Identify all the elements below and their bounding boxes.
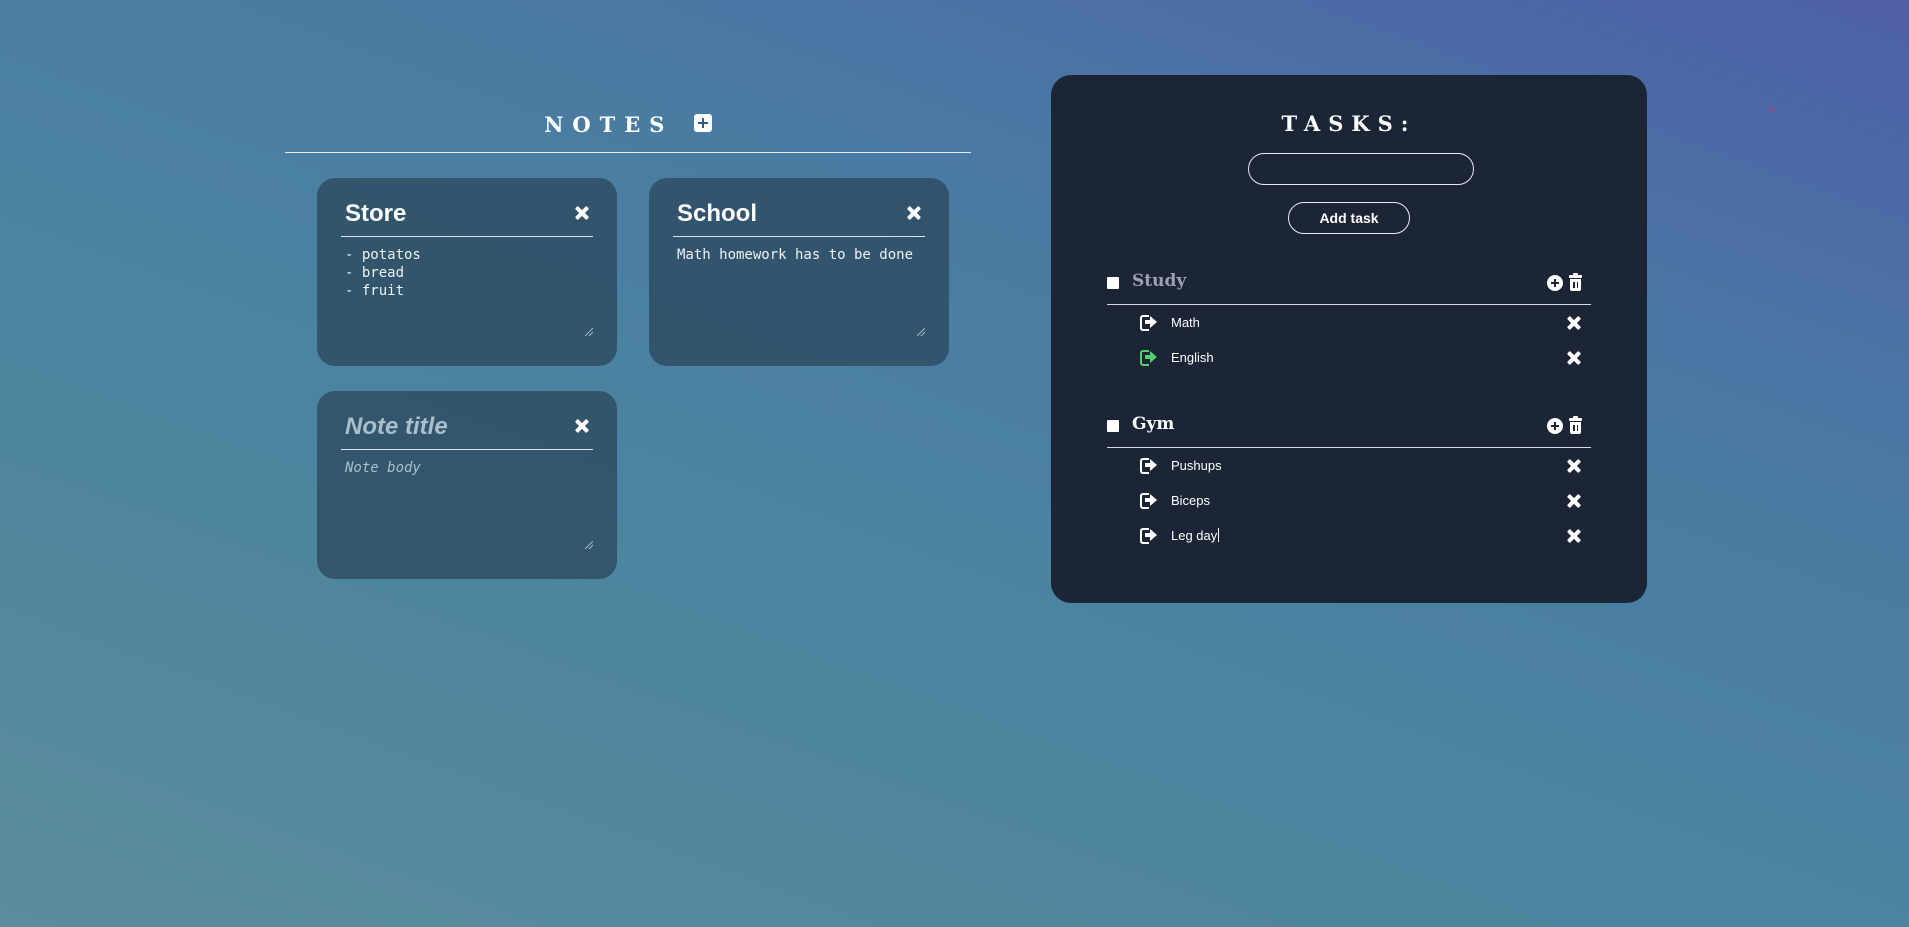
delete-task-button[interactable]	[1567, 494, 1581, 513]
plus-circle-icon[interactable]	[1547, 418, 1563, 434]
group-title: Gym	[1132, 414, 1175, 434]
notes-title: NOTES	[544, 112, 674, 137]
task-group-study: Study Math English	[1107, 271, 1591, 375]
resize-handle[interactable]	[585, 328, 593, 336]
task-label[interactable]: Leg day	[1171, 528, 1220, 543]
sign-out-arrow-icon[interactable]	[1140, 528, 1157, 544]
close-icon[interactable]	[1567, 529, 1581, 543]
task-label[interactable]: Biceps	[1171, 493, 1210, 508]
close-icon[interactable]	[575, 206, 589, 220]
task-label-text[interactable]: Leg day	[1171, 528, 1217, 543]
note-card-school: School Math homework has to be done	[649, 178, 949, 366]
task-row: Leg day	[1107, 518, 1591, 553]
task-label[interactable]: English	[1171, 350, 1214, 365]
delete-task-button[interactable]	[1567, 316, 1581, 335]
group-title: Study	[1132, 271, 1187, 291]
close-icon[interactable]	[1567, 494, 1581, 508]
add-note-icon[interactable]	[693, 113, 712, 132]
close-icon[interactable]	[575, 419, 589, 433]
delete-task-button[interactable]	[1567, 529, 1581, 548]
note-card-store: Store - potatos - bread - fruit	[317, 178, 617, 366]
task-row: Biceps	[1107, 483, 1591, 518]
tasks-panel: TASKS: Add task Study Math English Gym P…	[1051, 75, 1647, 603]
sign-out-arrow-icon[interactable]	[1140, 315, 1157, 331]
close-icon[interactable]	[907, 206, 921, 220]
note-body-textarea[interactable]: Math homework has to be done	[677, 246, 925, 336]
task-label[interactable]: Math	[1171, 315, 1200, 330]
note-header: Store	[341, 198, 593, 237]
plus-circle-icon[interactable]	[1547, 275, 1563, 291]
group-checkbox[interactable]	[1107, 420, 1119, 432]
resize-handle[interactable]	[917, 328, 925, 336]
group-header: Study	[1107, 271, 1591, 305]
tasks-title: TASKS:	[1281, 111, 1417, 136]
text-caret	[1218, 528, 1220, 542]
note-body-textarea[interactable]: Note body	[345, 459, 593, 549]
delete-task-button[interactable]	[1567, 459, 1581, 478]
notes-divider	[285, 152, 971, 153]
task-row: Math	[1107, 305, 1591, 340]
trash-icon[interactable]	[1569, 416, 1582, 434]
add-task-button[interactable]: Add task	[1288, 202, 1410, 234]
note-card-new: Note title Note body	[317, 391, 617, 579]
note-title-input[interactable]: School	[677, 200, 757, 228]
close-note-button[interactable]	[575, 419, 589, 433]
task-label[interactable]: Pushups	[1171, 458, 1222, 473]
close-icon[interactable]	[1567, 316, 1581, 330]
group-checkbox[interactable]	[1107, 277, 1119, 289]
close-icon[interactable]	[1567, 459, 1581, 473]
close-icon[interactable]	[1567, 351, 1581, 365]
note-header: School	[673, 198, 925, 237]
close-note-button[interactable]	[907, 206, 921, 220]
note-title-input[interactable]: Note title	[345, 413, 448, 441]
sign-out-arrow-icon[interactable]	[1140, 350, 1157, 366]
task-row: English	[1107, 340, 1591, 375]
sign-out-arrow-icon[interactable]	[1140, 493, 1157, 509]
notes-header: NOTES	[285, 110, 971, 137]
new-task-input[interactable]	[1248, 153, 1474, 185]
trash-icon[interactable]	[1569, 273, 1582, 291]
note-header: Note title	[341, 411, 593, 450]
group-header: Gym	[1107, 414, 1591, 448]
resize-handle[interactable]	[585, 541, 593, 549]
accent-dot	[1770, 108, 1773, 111]
delete-task-button[interactable]	[1567, 351, 1581, 370]
note-title-input[interactable]: Store	[345, 200, 406, 228]
close-note-button[interactable]	[575, 206, 589, 220]
task-row: Pushups	[1107, 448, 1591, 483]
task-group-gym: Gym Pushups Biceps Leg day	[1107, 414, 1591, 553]
note-body-textarea[interactable]: - potatos - bread - fruit	[345, 246, 593, 336]
sign-out-arrow-icon[interactable]	[1140, 458, 1157, 474]
